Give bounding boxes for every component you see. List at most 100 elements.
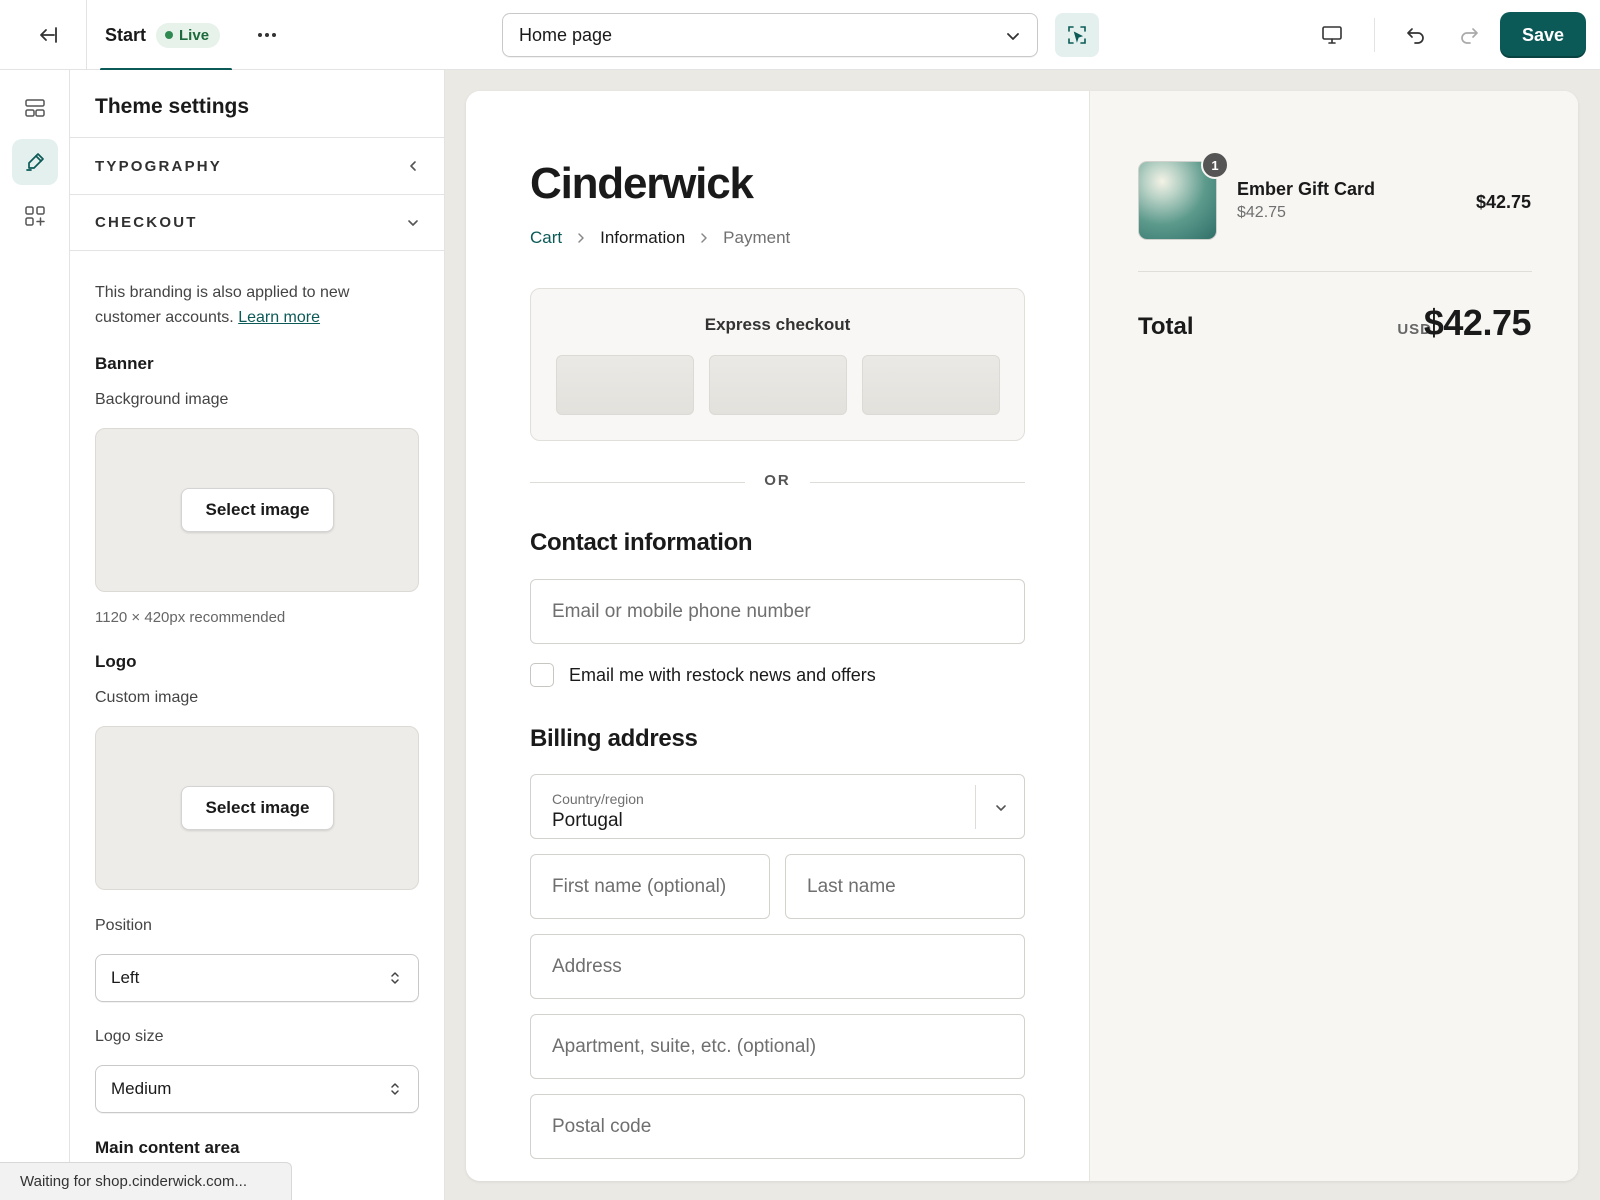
quantity-badge: 1 <box>1201 151 1229 179</box>
select-arrows-icon <box>391 972 399 984</box>
page-selector-value: Home page <box>519 24 613 45</box>
breadcrumb-cart[interactable]: Cart <box>530 228 562 248</box>
undo-button[interactable] <box>1398 17 1434 53</box>
desktop-icon <box>1322 26 1342 44</box>
chevron-left-icon <box>410 161 416 171</box>
divider <box>975 785 976 829</box>
logo-select-image-button[interactable]: Select image <box>181 786 334 830</box>
more-actions-button[interactable] <box>252 20 282 50</box>
chevron-down-icon <box>408 220 418 226</box>
position-label: Position <box>95 917 152 934</box>
express-payment-button[interactable] <box>556 355 694 415</box>
total-amount: $42.75 <box>1423 302 1532 343</box>
main-content-area-heading: Main content area <box>95 1138 240 1157</box>
editor-icon-rail <box>0 70 70 1200</box>
logo-position-select[interactable]: Left <box>95 954 419 1002</box>
editor-top-bar: Start Live Home page Save <box>0 0 1600 71</box>
branding-help-text: This branding is also applied to new cus… <box>95 280 405 330</box>
banner-heading: Banner <box>95 354 154 373</box>
exit-arrow-icon <box>40 27 57 43</box>
inspector-icon <box>1068 26 1086 44</box>
email-field[interactable]: Email or mobile phone number <box>530 579 1025 644</box>
line-item-unit-price: $42.75 <box>1237 204 1286 221</box>
theme-name: Start <box>105 24 147 45</box>
select-arrows-icon <box>391 1083 399 1095</box>
express-checkout-box: Express checkout <box>530 288 1025 441</box>
divider <box>1374 18 1375 52</box>
country-select[interactable]: Country/region Portugal <box>530 774 1025 839</box>
express-payment-button[interactable] <box>862 355 1000 415</box>
checkout-accordion[interactable]: CHECKOUT <box>70 194 444 251</box>
ellipsis-icon <box>258 33 276 37</box>
theme-tab[interactable]: Start Live <box>100 0 232 71</box>
billing-address-heading: Billing address <box>530 725 698 752</box>
breadcrumb-information: Information <box>600 228 686 247</box>
breadcrumb-payment: Payment <box>723 228 791 247</box>
logo-heading: Logo <box>95 652 137 671</box>
panel-title: Theme settings <box>95 95 250 118</box>
apps-rail-button[interactable] <box>12 193 58 239</box>
line-item-price: $42.75 <box>1475 192 1531 212</box>
express-checkout-title: Express checkout <box>704 315 851 334</box>
typography-accordion-label: TYPOGRAPHY <box>95 157 223 175</box>
banner-size-hint: 1120 × 420px recommended <box>95 609 286 626</box>
chevron-down-icon <box>1007 33 1019 40</box>
order-summary: 1 Ember Gift Card $42.75 $42.75 Total US… <box>1090 91 1578 1181</box>
banner-select-image-button[interactable]: Select image <box>181 488 334 532</box>
browser-status-bar: Waiting for shop.cinderwick.com... <box>0 1162 292 1200</box>
live-badge: Live <box>156 22 221 48</box>
first-name-field[interactable]: First name (optional) <box>530 854 770 919</box>
banner-image-dropzone[interactable]: Select image <box>95 428 419 592</box>
checkout-main-column: Cinderwick Cart Information Payment Expr… <box>466 91 1090 1181</box>
marketing-optin-checkbox[interactable] <box>530 663 554 687</box>
marketing-optin-label: Email me with restock news and offers <box>569 664 876 685</box>
logo-image-dropzone[interactable]: Select image <box>95 726 419 890</box>
typography-accordion[interactable]: TYPOGRAPHY <box>70 137 444 194</box>
inspector-button[interactable] <box>1055 13 1099 57</box>
custom-image-label: Custom image <box>95 689 199 706</box>
contact-information-heading: Contact information <box>530 529 753 556</box>
redo-icon <box>1461 28 1478 44</box>
logo-position-value: Left <box>111 968 140 987</box>
theme-settings-rail-button[interactable] <box>12 139 58 185</box>
country-label: Country/region <box>552 791 644 807</box>
breadcrumb: Cart Information Payment <box>530 228 790 248</box>
redo-button[interactable] <box>1451 17 1487 53</box>
address-field[interactable]: Address <box>530 934 1025 999</box>
checkout-accordion-label: CHECKOUT <box>95 214 198 231</box>
live-badge-label: Live <box>179 26 210 44</box>
learn-more-link[interactable]: Learn more <box>238 309 320 326</box>
marketing-optin-row[interactable]: Email me with restock news and offers <box>530 663 876 687</box>
or-label: OR <box>764 472 791 489</box>
undo-icon <box>1407 28 1424 44</box>
total-label: Total <box>1138 313 1194 340</box>
divider-line <box>810 482 1025 483</box>
live-dot-icon <box>165 31 174 39</box>
shop-name: Cinderwick <box>530 159 754 208</box>
sections-icon <box>25 99 45 117</box>
page-selector[interactable]: Home page <box>502 13 1038 57</box>
desktop-preview-button[interactable] <box>1314 17 1350 53</box>
last-name-field[interactable]: Last name <box>785 854 1025 919</box>
background-image-label: Background image <box>95 391 229 408</box>
exit-editor-button[interactable] <box>30 17 66 53</box>
paintbrush-icon <box>26 153 44 171</box>
checkout-preview-frame: Cinderwick Cart Information Payment Expr… <box>466 91 1578 1181</box>
apartment-field[interactable]: Apartment, suite, etc. (optional) <box>530 1014 1025 1079</box>
country-value: Portugal <box>552 810 623 831</box>
apps-icon <box>25 206 45 226</box>
express-payment-button[interactable] <box>709 355 847 415</box>
line-item-name: Ember Gift Card <box>1237 179 1376 199</box>
logo-size-select[interactable]: Medium <box>95 1065 419 1113</box>
sections-rail-button[interactable] <box>12 85 58 131</box>
save-button[interactable]: Save <box>1500 12 1586 58</box>
divider <box>86 0 87 70</box>
theme-settings-panel: Theme settings TYPOGRAPHY CHECKOUT This … <box>70 70 445 1200</box>
summary-divider <box>1138 271 1532 272</box>
logo-size-value: Medium <box>111 1079 172 1098</box>
logo-size-label: Logo size <box>95 1028 164 1045</box>
preview-canvas: Cinderwick Cart Information Payment Expr… <box>445 70 1600 1200</box>
postal-code-field[interactable]: Postal code <box>530 1094 1025 1159</box>
chevron-right-icon <box>699 232 709 244</box>
chevron-down-icon <box>996 805 1006 811</box>
